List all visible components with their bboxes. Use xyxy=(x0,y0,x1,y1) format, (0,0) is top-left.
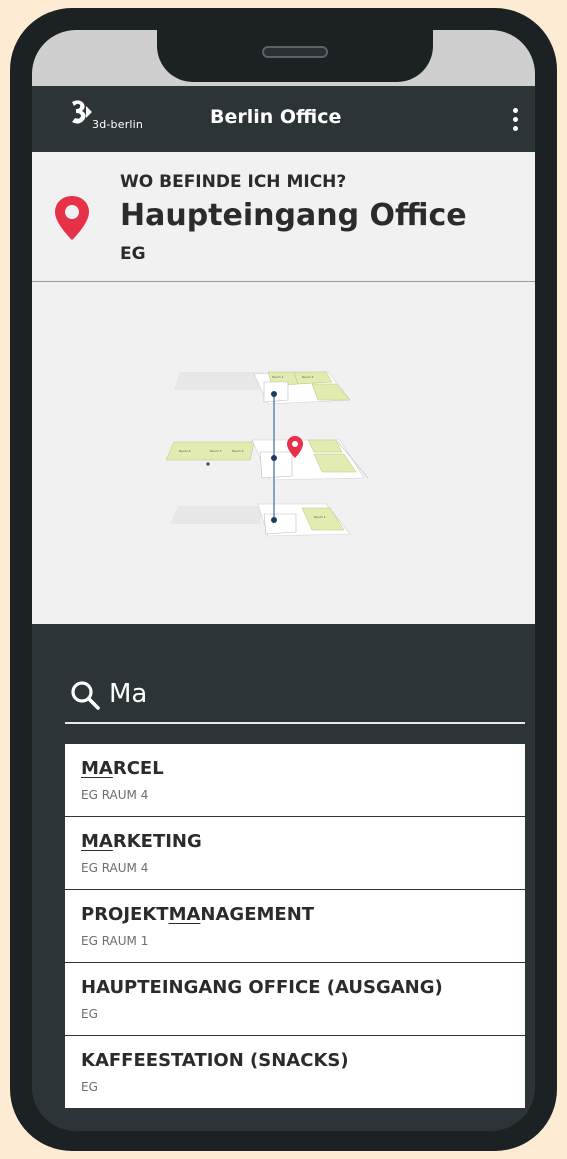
result-item[interactable]: MARCEL EG RAUM 4 xyxy=(65,744,525,817)
search-results-list: MARCEL EG RAUM 4 MARKETING EG RAUM 4 PRO… xyxy=(65,744,525,1109)
phone-notch xyxy=(157,30,433,82)
app-screen: 3d-berlin Berlin Office WO BEFINDE ICH M… xyxy=(32,30,535,1131)
result-title: MARKETING xyxy=(81,831,202,852)
search-input[interactable] xyxy=(109,672,509,716)
result-subtitle: EG xyxy=(81,1080,98,1094)
location-name: Haupteingang Office xyxy=(120,198,467,233)
svg-text:Raum 1: Raum 1 xyxy=(272,375,284,379)
result-item[interactable]: HAUPTEINGANG OFFICE (AUSGANG) EG xyxy=(65,963,525,1036)
result-subtitle: EG xyxy=(81,1007,98,1021)
map-floor-middle: Raum 4 Raum 5 Raum 6 xyxy=(165,439,369,481)
svg-text:Raum 4: Raum 4 xyxy=(179,449,191,453)
result-title: MARCEL xyxy=(81,758,164,779)
result-match-highlight: MA xyxy=(81,758,113,779)
overflow-menu-button[interactable] xyxy=(503,102,527,136)
map-node xyxy=(271,517,277,523)
result-item[interactable]: PROJEKTMANAGEMENT EG RAUM 1 xyxy=(65,890,525,963)
search-bar[interactable] xyxy=(65,666,525,724)
map-node xyxy=(271,391,277,397)
svg-text:Raum 2: Raum 2 xyxy=(302,375,314,379)
result-match-highlight: MA xyxy=(81,831,113,852)
svg-text:Raum 1: Raum 1 xyxy=(314,515,326,519)
where-am-i-label: WO BEFINDE ICH MICH? xyxy=(120,172,347,192)
result-title: PROJEKTMANAGEMENT xyxy=(81,904,315,925)
result-item[interactable]: MARKETING EG RAUM 4 xyxy=(65,817,525,890)
app-toolbar: 3d-berlin Berlin Office xyxy=(32,86,535,152)
app-logo: 3d-berlin xyxy=(70,98,190,142)
location-floor: EG xyxy=(120,244,146,264)
result-subtitle: EG RAUM 4 xyxy=(81,788,149,802)
phone-frame: 3d-berlin Berlin Office WO BEFINDE ICH M… xyxy=(10,8,557,1151)
speaker-icon xyxy=(262,46,328,58)
svg-text:Raum 5: Raum 5 xyxy=(210,449,222,453)
result-item[interactable]: KAFFEESTATION (SNACKS) EG xyxy=(65,1036,525,1109)
result-subtitle: EG RAUM 4 xyxy=(81,861,149,875)
menu-dot-icon xyxy=(512,125,518,131)
map-node xyxy=(271,455,277,461)
toolbar-title: Berlin Office xyxy=(210,106,342,128)
search-icon xyxy=(71,681,100,710)
floor-map[interactable]: Raum 1 Raum 2 Raum 4 Raum 5 Raum 6 Raum … xyxy=(32,282,535,624)
status-bar xyxy=(32,30,535,86)
result-title: KAFFEESTATION (SNACKS) xyxy=(81,1050,349,1071)
result-title: HAUPTEINGANG OFFICE (AUSGANG) xyxy=(81,977,443,998)
floor-map-drawing: Raum 1 Raum 2 Raum 4 Raum 5 Raum 6 Raum … xyxy=(165,371,369,537)
location-pin-icon xyxy=(55,196,89,240)
result-match-highlight: MA xyxy=(168,904,201,925)
menu-dot-icon xyxy=(512,116,518,122)
result-subtitle: EG RAUM 1 xyxy=(81,934,149,948)
svg-text:Raum 6: Raum 6 xyxy=(232,449,244,453)
current-location-panel: WO BEFINDE ICH MICH? Haupteingang Office… xyxy=(32,152,535,282)
map-floor-lower: Raum 1 xyxy=(170,503,351,537)
logo-text: 3d-berlin xyxy=(92,118,144,131)
menu-dot-icon xyxy=(512,107,518,113)
map-floor-upper: Raum 1 Raum 2 xyxy=(174,371,351,405)
